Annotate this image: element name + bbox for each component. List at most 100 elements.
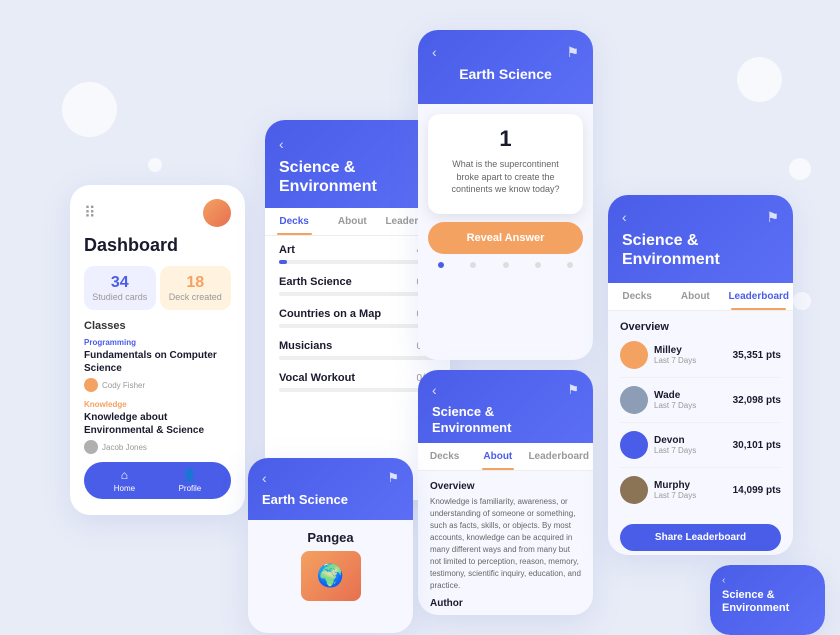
quiz-dots (428, 262, 583, 268)
earth-back-button[interactable]: ‹ (262, 470, 399, 486)
leader-name-3: Murphy (654, 480, 727, 491)
deck-progress-0 (279, 260, 287, 264)
class-name-0: Fundamentals on Computer Science (84, 349, 231, 375)
decks-stat: 18 Deck created (160, 266, 232, 310)
leader-partial-card: ‹ Science &Environment (710, 565, 825, 635)
leader-info-1: Wade Last 7 Days (654, 390, 727, 410)
leader-row-2: Devon Last 7 Days 30,101 pts (620, 431, 781, 468)
question-number: 1 (440, 126, 571, 152)
deck-item-earth[interactable]: Earth Science 0/60 (279, 276, 436, 296)
earth-science-card: ‹ ⚑ Earth Science Pangea 🌍 (248, 458, 413, 633)
author-avatar-0 (84, 378, 98, 392)
decks-card-title: Science &Environment (279, 158, 436, 196)
earth-body: Pangea 🌍 (248, 520, 413, 611)
decks-count: 18 (168, 274, 224, 292)
profile-label: Profile (179, 484, 202, 493)
leader-row-3: Murphy Last 7 Days 14,099 pts (620, 476, 781, 512)
profile-icon: 👤 (182, 468, 197, 482)
deck-bar-2 (279, 324, 436, 328)
dot-1 (438, 262, 444, 268)
quiz-flag-icon: ⚑ (566, 44, 579, 61)
leader-overview-title: Overview (620, 321, 781, 333)
question-text: What is the supercontinent broke apart t… (440, 158, 571, 196)
deck-bar-4 (279, 388, 436, 392)
leader-name-2: Devon (654, 435, 727, 446)
leader-avatar-1 (620, 386, 648, 414)
leader-pts-0: 35,351 pts (733, 350, 781, 361)
home-label: Home (114, 484, 135, 493)
about-author-title: Author (430, 598, 581, 609)
tab-about[interactable]: About (323, 208, 381, 235)
avatar (203, 199, 231, 227)
about-tab-decks[interactable]: Decks (418, 443, 471, 470)
deck-item-countries[interactable]: Countries on a Map 0/39 (279, 308, 436, 328)
quiz-card: ‹ ⚑ Earth Science 1 What is the supercon… (418, 30, 593, 360)
pangea-title: Pangea (258, 530, 403, 545)
dashboard-top: ⠿ (84, 199, 231, 227)
deck-item-vocal[interactable]: Vocal Workout 0/68 (279, 372, 436, 392)
share-leaderboard-button[interactable]: Share Leaderboard (620, 524, 781, 551)
studied-stat: 34 Studied cards (84, 266, 156, 310)
leader-info-3: Murphy Last 7 Days (654, 480, 727, 500)
deck-name-4: Vocal Workout (279, 372, 355, 384)
deck-item-musicians[interactable]: Musicians 0/76 (279, 340, 436, 360)
dashboard-card: ⠿ Dashboard 34 Studied cards 18 Deck cre… (70, 185, 245, 515)
classes-title: Classes (84, 320, 231, 332)
leader-tab-decks[interactable]: Decks (608, 283, 666, 310)
author-avatar-1 (84, 440, 98, 454)
about-tab-leaderboard[interactable]: Leaderboard (524, 443, 593, 470)
quiz-back-button[interactable]: ‹ (432, 44, 579, 60)
bg-circle-1 (62, 82, 117, 137)
studied-label: Studied cards (92, 292, 148, 302)
leader-pts-3: 14,099 pts (733, 485, 781, 496)
leader-flag-icon: ⚑ (766, 209, 779, 226)
tab-decks[interactable]: Decks (265, 208, 323, 235)
leader-time-3: Last 7 Days (654, 491, 727, 500)
class-name-1: Knowledge about Environmental & Science (84, 411, 231, 437)
leader-avatar-0 (620, 341, 648, 369)
leader-time-1: Last 7 Days (654, 401, 727, 410)
leader-tab-about[interactable]: About (666, 283, 724, 310)
bg-circle-4 (148, 158, 162, 172)
decks-label: Deck created (168, 292, 224, 302)
reveal-answer-button[interactable]: Reveal Answer (428, 222, 583, 254)
earth-flag-icon: ⚑ (387, 470, 399, 486)
deck-name-2: Countries on a Map (279, 308, 381, 320)
deck-name-0: Art (279, 244, 295, 256)
dot-5 (567, 262, 573, 268)
dot-3 (503, 262, 509, 268)
class-author-0: Cody Fisher (84, 378, 231, 392)
about-card-title: Science &Environment (432, 404, 579, 435)
leader-partial-back[interactable]: ‹ (722, 575, 813, 586)
leader-tab-leaderboard[interactable]: Leaderboard (724, 283, 793, 310)
earth-card-title: Earth Science (262, 492, 399, 508)
about-tab-about[interactable]: About (471, 443, 524, 470)
leader-avatar-2 (620, 431, 648, 459)
leader-pts-2: 30,101 pts (733, 440, 781, 451)
class-item-knowledge[interactable]: Knowledge Knowledge about Environmental … (84, 400, 231, 454)
quiz-content: 1 What is the supercontinent broke apart… (418, 104, 593, 278)
nav-home[interactable]: ⌂ Home (114, 468, 135, 493)
about-back-button[interactable]: ‹ (432, 382, 579, 398)
leader-time-0: Last 7 Days (654, 356, 727, 365)
about-header: ‹ ⚑ Science &Environment (418, 370, 593, 443)
class-item-programming[interactable]: Programming Fundamentals on Computer Sci… (84, 338, 231, 392)
earth-header: ‹ ⚑ Earth Science (248, 458, 413, 520)
nav-profile[interactable]: 👤 Profile (179, 468, 202, 493)
menu-icon[interactable]: ⠿ (84, 203, 96, 223)
back-button[interactable]: ‹ (279, 136, 436, 152)
leader-back-button[interactable]: ‹ (622, 209, 779, 225)
about-card: ‹ ⚑ Science &Environment Decks About Lea… (418, 370, 593, 615)
leader-tabs: Decks About Leaderboard (608, 283, 793, 311)
pangea-icon: 🌍 (317, 563, 344, 589)
deck-item-art[interactable]: Art 4/82 (279, 244, 436, 264)
deck-name-3: Musicians (279, 340, 332, 352)
leader-content: Overview Milley Last 7 Days 35,351 pts W… (608, 311, 793, 555)
studied-count: 34 (92, 274, 148, 292)
dot-4 (535, 262, 541, 268)
leader-header: ‹ ⚑ Science &Environment (608, 195, 793, 283)
bg-circle-2 (737, 57, 782, 102)
leader-pts-1: 32,098 pts (733, 395, 781, 406)
pangea-image: 🌍 (301, 551, 361, 601)
leader-info-0: Milley Last 7 Days (654, 345, 727, 365)
